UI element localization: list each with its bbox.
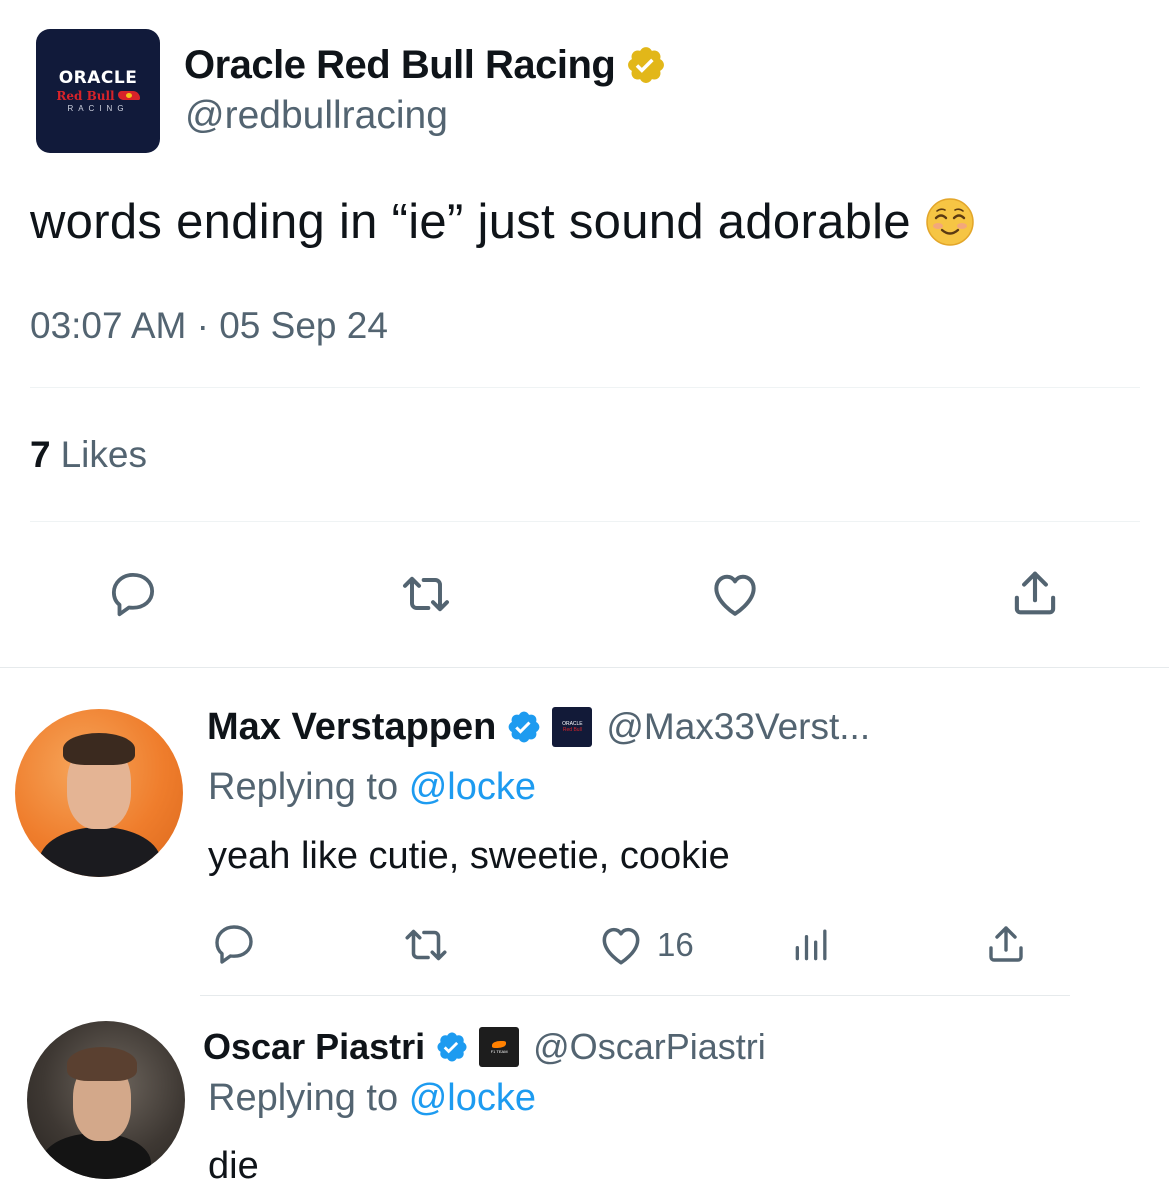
likes-label: Likes xyxy=(60,434,147,475)
like-button[interactable] xyxy=(705,566,765,622)
tweet-timestamp[interactable]: 03:07 AM · 05 Sep 24 xyxy=(30,305,388,347)
avatar-body xyxy=(39,827,161,877)
share-icon xyxy=(989,926,1023,962)
reply-text: yeah like cutie, sweetie, cookie xyxy=(208,835,730,877)
redbull-team-logo[interactable]: ORACLE Red Bull xyxy=(552,707,593,747)
retweet-icon xyxy=(405,929,447,961)
tweet-text: words ending in “ie” just sound adorable xyxy=(30,195,911,249)
reply-author-handle[interactable]: @OscarPiastri xyxy=(533,1026,766,1068)
reply-author-name[interactable]: Max Verstappen xyxy=(207,706,496,749)
replying-to-mention[interactable]: @locke xyxy=(409,1077,536,1119)
mclaren-flame-icon xyxy=(492,1040,507,1048)
like-button[interactable] xyxy=(596,920,646,970)
team-logo-line1: ORACLE xyxy=(562,720,583,727)
tweet-thread: ORACLE Red Bull RACING Oracle Red Bull R… xyxy=(0,0,1169,1194)
replying-to-line: Replying to @locke xyxy=(208,1077,536,1120)
replying-to-prefix: Replying to xyxy=(208,1077,399,1119)
blue-verified-icon[interactable] xyxy=(506,709,542,745)
reply-author-row: Max Verstappen ORACLE Red Bull @Max33Ver… xyxy=(207,703,870,751)
team-logo-line1: F1 TEAM xyxy=(490,1048,508,1054)
author-handle[interactable]: @redbullracing xyxy=(185,94,448,138)
retweet-button[interactable] xyxy=(396,566,456,622)
reply-icon xyxy=(111,572,155,617)
replying-to-mention[interactable]: @locke xyxy=(409,766,536,808)
reply-icon xyxy=(215,925,253,964)
replying-to-line: Replying to @locke xyxy=(208,766,536,809)
max-verstappen-avatar[interactable] xyxy=(15,709,183,877)
views-button[interactable] xyxy=(790,922,834,966)
avatar-logo-redbull-text: Red Bull xyxy=(56,88,115,103)
avatar-logo-racing: RACING xyxy=(67,103,129,113)
reply-button[interactable] xyxy=(210,920,258,968)
likes-count: 7 xyxy=(30,434,51,475)
blue-verified-icon[interactable] xyxy=(435,1030,469,1064)
avatar-logo-redbull: Red Bull xyxy=(56,88,140,103)
author-display-name[interactable]: Oracle Red Bull Racing xyxy=(184,43,616,88)
share-button[interactable] xyxy=(1006,564,1064,622)
like-icon xyxy=(602,927,640,965)
like-count: 16 xyxy=(657,926,694,963)
avatar-hair xyxy=(63,733,135,765)
smiling-face-icon xyxy=(926,198,974,246)
oscar-piastri-avatar[interactable] xyxy=(27,1021,185,1179)
divider xyxy=(200,995,1070,996)
share-button[interactable] xyxy=(982,920,1030,968)
avatar-hair xyxy=(67,1047,137,1081)
divider xyxy=(30,521,1140,522)
replying-to-prefix: Replying to xyxy=(208,766,399,808)
retweet-button[interactable] xyxy=(400,920,452,970)
share-icon xyxy=(1014,571,1056,615)
tweet-body: words ending in “ie” just sound adorable xyxy=(30,194,975,250)
gold-verified-icon[interactable] xyxy=(625,44,667,86)
team-logo-line2: Red Bull xyxy=(562,726,582,733)
reply-author-handle[interactable]: @Max33Verst... xyxy=(606,706,870,748)
likes-summary[interactable]: 7 Likes xyxy=(30,434,147,476)
bull-logo-icon xyxy=(117,91,140,100)
main-author-row: Oracle Red Bull Racing xyxy=(184,40,667,90)
retweet-icon xyxy=(403,576,449,612)
divider xyxy=(0,667,1169,668)
reply-author-row: Oscar Piastri F1 TEAM @OscarPiastri xyxy=(203,1024,766,1070)
reply-button[interactable] xyxy=(106,567,160,621)
like-icon xyxy=(714,574,756,616)
redbull-racing-avatar[interactable]: ORACLE Red Bull RACING xyxy=(36,29,160,153)
reply-text: die xyxy=(208,1145,259,1187)
avatar-logo-oracle: ORACLE xyxy=(58,67,138,88)
mclaren-team-logo[interactable]: F1 TEAM xyxy=(479,1027,520,1067)
reply-author-name[interactable]: Oscar Piastri xyxy=(203,1026,425,1068)
views-icon xyxy=(795,929,827,961)
divider xyxy=(30,387,1140,388)
